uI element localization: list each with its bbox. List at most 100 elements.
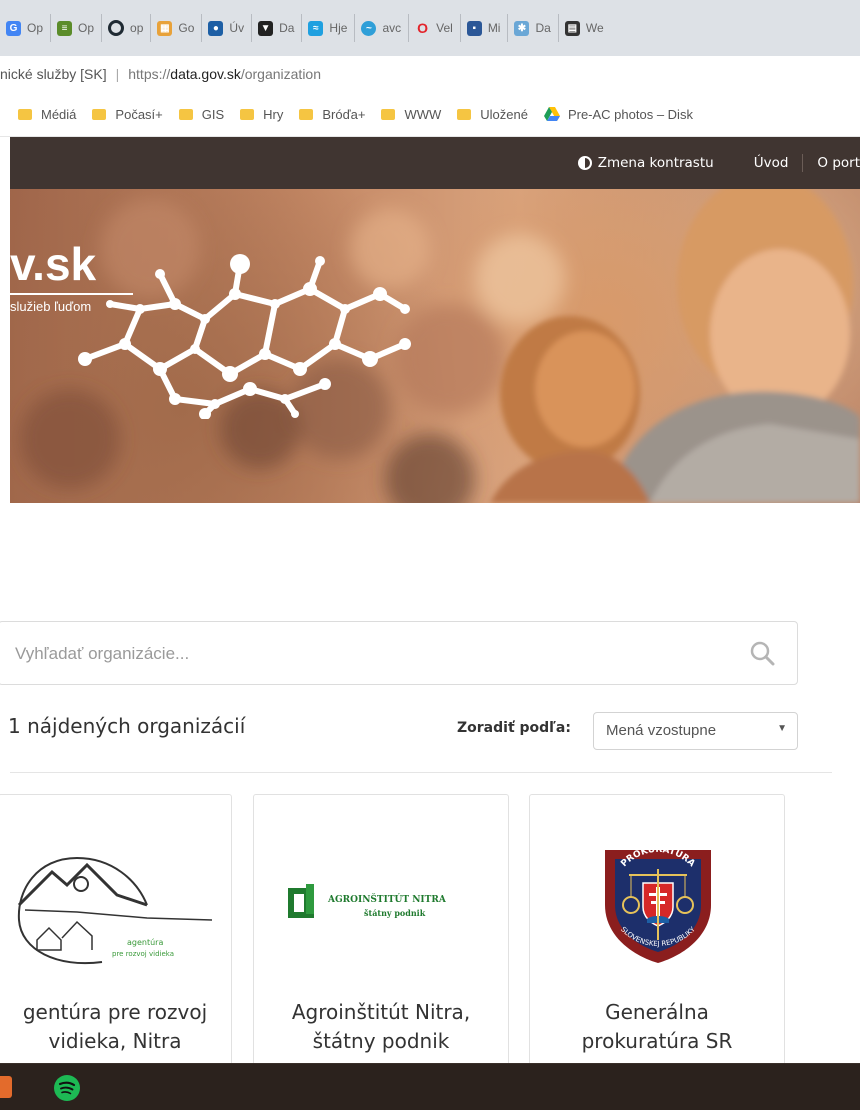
browser-tab[interactable]: ▼ Da [252, 14, 303, 42]
sort-label: Zoradiť podľa: [457, 720, 571, 736]
hje-icon: ≈ [308, 20, 324, 36]
tab-label: We [585, 21, 604, 35]
nav-link-about[interactable]: O port [803, 155, 860, 171]
opera-o-icon: O [417, 20, 429, 36]
bookmark-label: GIS [201, 106, 225, 122]
organization-card-title[interactable]: gentúra pre rozvoj vidieka, Nitra [0, 998, 231, 1056]
folder-icon [92, 108, 107, 120]
organization-card[interactable]: agentúra pre rozvoj vidieka gentúra pre … [0, 794, 232, 1094]
url-host: data.gov.sk [170, 66, 241, 82]
card-logo-text: agentúra [127, 938, 163, 947]
results-count: 1 nájdených organizácií [8, 714, 246, 738]
bookmark-link[interactable]: Pre-AC photos – Disk [543, 106, 693, 122]
tab-label: Op [27, 21, 44, 35]
browser-tab[interactable]: G Op [0, 14, 52, 42]
bookmark-folder[interactable]: Uložené [457, 107, 528, 122]
chevron-down-icon: ▼ [777, 723, 787, 734]
organization-card-title[interactable]: Agroinštitút Nitra, štátny podnik [254, 998, 508, 1056]
bookmark-folder[interactable]: Počasí+ [92, 106, 163, 122]
bookmarks-bar: Médiá Počasí+ GIS Hry Bróďa+ WWW Uložené… [0, 92, 860, 137]
organization-card[interactable]: AGROINŠTITÚT NITRA štátny podnik Agroinš… [253, 794, 509, 1094]
organization-card[interactable]: PROKURATÚRA SLOVENSKEJ REPUBLIKY Generál… [529, 794, 785, 1094]
site-top-nav: Zmena kontrastu Úvod O port [10, 137, 860, 189]
address-separator: | [115, 66, 120, 82]
browser-tab[interactable]: ▤ We [559, 14, 611, 42]
prokuratura-emblem: PROKURATÚRA SLOVENSKEJ REPUBLIKY [605, 845, 711, 963]
folder-icon [240, 108, 255, 120]
google-drive-icon [543, 107, 560, 121]
contrast-toggle[interactable]: Zmena kontrastu [564, 155, 728, 171]
tab-label: Mi [487, 21, 501, 35]
bookmark-folder[interactable]: WWW [381, 107, 441, 122]
search-input[interactable] [13, 622, 717, 686]
browser-tab[interactable]: ● Úv [202, 14, 253, 42]
browser-tab[interactable]: O Vel [409, 14, 461, 42]
os-taskbar [0, 1063, 860, 1110]
folder-icon [299, 108, 314, 120]
card-logo-text: štátny podnik [364, 908, 426, 918]
fish-icon: ~ [361, 20, 377, 36]
chrome-app-icon: G [6, 20, 21, 36]
url-path: /organization [240, 66, 322, 82]
app-icon-partial[interactable] [0, 1076, 12, 1098]
bookmark-folder[interactable]: Hry [240, 107, 283, 122]
organization-card-title[interactable]: Generálna prokuratúra SR [530, 998, 784, 1056]
tab-label: Op [78, 21, 95, 35]
calendar-icon: ▤ [564, 20, 580, 36]
sort-select[interactable]: Mená vzostupne ▼ [593, 712, 798, 750]
browser-tab[interactable]: ▪ Mi [461, 14, 509, 42]
card-logo-text: AGROINŠTITÚT NITRA [327, 893, 447, 905]
browser-tab[interactable]: ≡ Op [51, 14, 103, 42]
browser-tab[interactable]: op [102, 14, 152, 42]
tab-label: avc [382, 21, 402, 35]
folder-icon [178, 108, 193, 120]
address-bar[interactable]: nické služby [SK] | https://data.gov.sk /… [0, 56, 860, 92]
organization-search [0, 621, 798, 686]
folder-icon [381, 108, 396, 120]
organization-logo-agroinstitut: AGROINŠTITÚT NITRA štátny podnik [288, 884, 447, 918]
site-identity: nické služby [SK] [0, 66, 107, 82]
sheets-grid-icon: ▦ [157, 20, 173, 36]
browser-tab[interactable]: ≈ Hje [302, 14, 356, 42]
browser-tab[interactable]: ✱ Da [508, 14, 559, 42]
tab-label: Úv [229, 21, 245, 35]
nav-home-label: Úvod [753, 155, 789, 171]
circle-badge-icon: ● [208, 20, 224, 36]
folder-icon [18, 108, 32, 120]
bookmark-label: Pre-AC photos – Disk [567, 106, 693, 122]
section-divider [10, 772, 832, 773]
bookmark-label: WWW [404, 106, 442, 122]
organization-logo-mountains: agentúra pre rozvoj vidieka [17, 857, 213, 965]
tab-label: Vel [436, 21, 453, 35]
bookmark-label: Médiá [41, 106, 77, 122]
browser-tab-strip: G Op ≡ Op op ▦ Go ● Úv ▼ Da ≈ Hje ~ avc … [0, 0, 860, 57]
doc-icon: ▪ [466, 20, 482, 36]
tab-label: Da [535, 21, 551, 35]
network-graphic [78, 254, 411, 419]
nav-about-label: O port [817, 155, 860, 171]
url-scheme: https:// [128, 66, 171, 82]
bookmark-label: Uložené [480, 106, 528, 122]
search-icon[interactable] [749, 640, 775, 666]
bookmark-folder[interactable]: GIS [178, 106, 225, 122]
bookmark-label: Počasí+ [115, 106, 163, 122]
bookmark-folder[interactable]: Bróďa+ [299, 107, 365, 122]
card-logo-text: pre rozvoj vidieka [112, 950, 174, 958]
folder-icon [457, 108, 472, 120]
bookmark-label: Hry [263, 106, 284, 122]
contrast-label: Zmena kontrastu [597, 155, 714, 171]
bookmark-label: Bróďa+ [322, 106, 366, 122]
contrast-icon [577, 156, 592, 170]
tab-label: Go [178, 21, 195, 35]
tab-label: Da [279, 21, 295, 35]
tab-label: Hje [329, 21, 348, 35]
browser-tab[interactable]: ▦ Go [151, 14, 203, 42]
spotify-icon[interactable] [53, 1074, 81, 1102]
hero-banner: v.sk služieb ľuďom [10, 189, 860, 503]
hands-icon: ✱ [514, 20, 530, 36]
sort-select-value: Mená vzostupne [606, 722, 717, 739]
bookmark-folder[interactable]: Médiá [18, 107, 76, 122]
browser-tab[interactable]: ~ avc [355, 14, 410, 42]
books-icon: ≡ [57, 20, 73, 36]
nav-link-home[interactable]: Úvod [728, 155, 803, 171]
